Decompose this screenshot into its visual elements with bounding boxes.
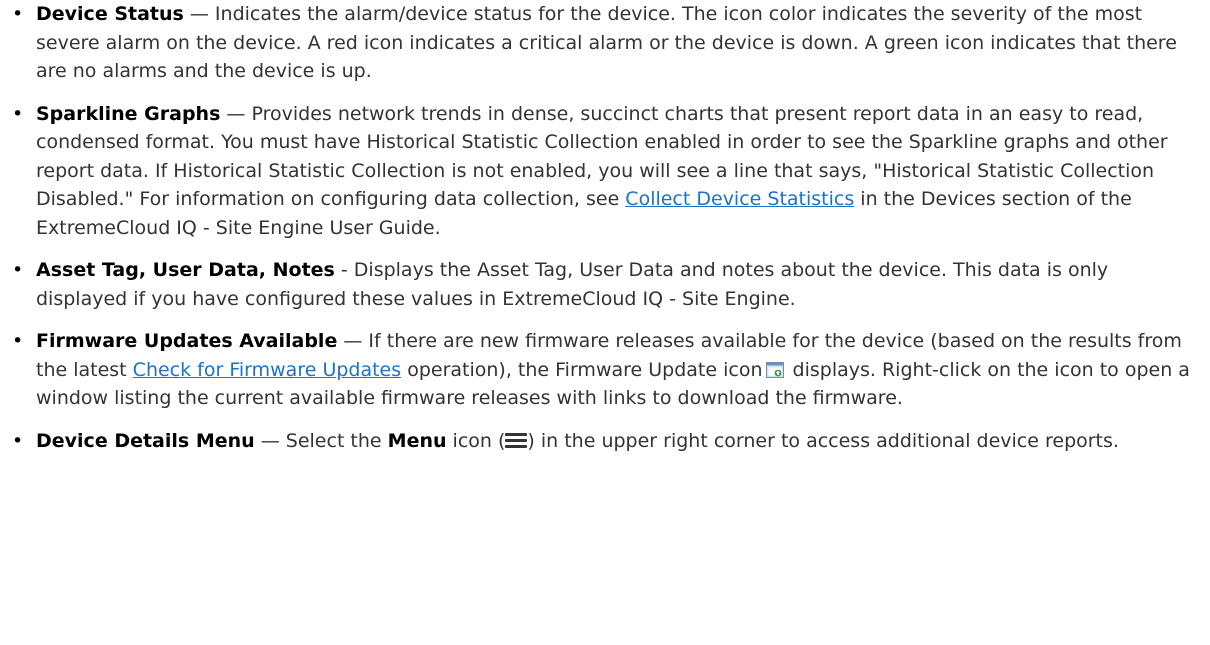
description: Select the: [285, 429, 388, 452]
list-item-device-details-menu: • Device Details Menu — Select the Menu …: [0, 427, 1190, 456]
list-item-sparkline-graphs: • Sparkline Graphs — Provides network tr…: [0, 100, 1190, 243]
term-sparkline-graphs: Sparkline Graphs: [36, 102, 221, 125]
bullet: •: [12, 259, 24, 281]
separator: —: [254, 429, 286, 452]
description-mid: icon (: [446, 429, 506, 452]
list-item-asset-tag: • Asset Tag, User Data, Notes - Displays…: [0, 256, 1190, 313]
collect-device-statistics-link[interactable]: Collect Device Statistics: [625, 188, 854, 210]
description-mid: operation), the Firmware Update icon: [401, 358, 763, 381]
description-tail: ) in the upper right corner to access ad…: [527, 429, 1119, 452]
bullet: •: [12, 102, 24, 125]
separator: —: [220, 102, 252, 125]
separator: —: [183, 3, 215, 25]
term-device-details-menu: Device Details Menu: [36, 429, 255, 452]
term-device-status: Device Status: [36, 3, 184, 25]
check-firmware-updates-link[interactable]: Check for Firmware Updates: [133, 359, 401, 381]
bullet: •: [12, 3, 24, 25]
list-item-firmware-updates: • Firmware Updates Available — If there …: [0, 327, 1190, 413]
bullet: •: [12, 330, 24, 352]
bullet: •: [12, 429, 24, 452]
separator: —: [337, 330, 369, 352]
firmware-update-icon: [765, 358, 784, 378]
menu-icon: [505, 432, 528, 449]
list-item-device-status: • Device Status — Indicates the alarm/de…: [0, 0, 1190, 86]
feature-list: • Device Status — Indicates the alarm/de…: [0, 0, 1194, 455]
separator: -: [334, 259, 354, 281]
term-asset-tag: Asset Tag, User Data, Notes: [36, 259, 335, 281]
term-firmware-updates: Firmware Updates Available: [36, 330, 338, 352]
menu-word: Menu: [387, 429, 447, 452]
